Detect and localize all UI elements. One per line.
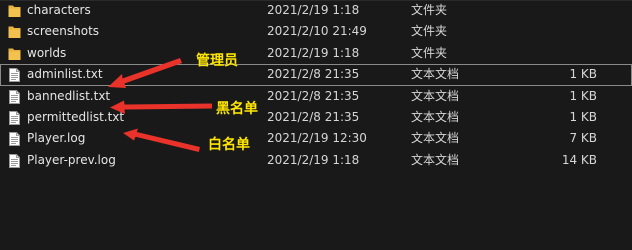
file-size: 1 KB — [569, 67, 597, 82]
file-date: 2021/2/8 21:35 — [267, 109, 360, 124]
file-date: 2021/2/19 1:18 — [267, 3, 360, 17]
file-row[interactable]: screenshots 2021/2/10 21:49 文件夹 — [0, 21, 632, 42]
file-type: 文本文档 — [411, 131, 460, 146]
file-row[interactable]: characters 2021/2/19 1:18 文件夹 — [0, 0, 632, 21]
file-name: worlds — [27, 45, 67, 60]
file-date: 2021/2/19 12:30 — [267, 131, 367, 146]
file-date: 2021/2/19 1:18 — [267, 152, 360, 167]
file-name: Player-prev.log — [27, 152, 116, 167]
file-row[interactable]: bannedlist.txt 2021/2/8 21:35 文本文档 1 KB — [0, 86, 632, 107]
file-size: 1 KB — [569, 88, 597, 103]
file-date: 2021/2/8 21:35 — [267, 88, 360, 103]
folder-icon — [8, 4, 21, 18]
text-file-icon — [8, 132, 21, 147]
file-row[interactable]: worlds 2021/2/19 1:18 文件夹 — [0, 43, 632, 64]
file-type: 文本文档 — [411, 67, 460, 82]
file-row[interactable]: permittedlist.txt 2021/2/8 21:35 文本文档 1 KB — [0, 107, 632, 128]
annotation-permitted: 白名单 — [208, 137, 250, 153]
file-date: 2021/2/10 21:49 — [267, 24, 367, 39]
file-type: 文本文档 — [411, 109, 460, 124]
file-size: 1 KB — [569, 109, 597, 124]
file-name: Player.log — [27, 131, 86, 146]
file-type: 文件夹 — [411, 24, 448, 39]
file-name: adminlist.txt — [27, 67, 103, 82]
file-name: characters — [27, 3, 91, 17]
file-name: permittedlist.txt — [27, 109, 125, 124]
file-list: characters 2021/2/19 1:18 文件夹 screenshots 20… — [0, 0, 632, 171]
file-type: 文件夹 — [411, 3, 448, 17]
file-row[interactable]: Player-prev.log 2021/2/19 1:18 文本文档 14 KB — [0, 150, 632, 171]
file-type: 文本文档 — [411, 152, 460, 167]
folder-icon — [8, 47, 21, 61]
text-file-icon — [8, 68, 21, 83]
file-size: 14 KB — [561, 152, 597, 167]
annotation-banned: 黑名单 — [216, 101, 258, 117]
file-type: 文本文档 — [411, 88, 460, 103]
file-row[interactable]: adminlist.txt 2021/2/8 21:35 文本文档 1 KB — [0, 64, 632, 86]
folder-icon — [8, 25, 21, 39]
file-row[interactable]: Player.log 2021/2/19 12:30 文本文档 7 KB — [0, 128, 632, 149]
annotation-admin: 管理员 — [196, 53, 238, 69]
file-date: 2021/2/8 21:35 — [267, 67, 360, 82]
text-file-icon — [8, 110, 21, 125]
text-file-icon — [8, 89, 21, 104]
file-date: 2021/2/19 1:18 — [267, 45, 360, 60]
file-name: bannedlist.txt — [27, 88, 111, 103]
file-type: 文件夹 — [411, 45, 448, 60]
file-size: 7 KB — [569, 131, 597, 146]
file-name: screenshots — [27, 24, 100, 39]
text-file-icon — [8, 153, 21, 168]
